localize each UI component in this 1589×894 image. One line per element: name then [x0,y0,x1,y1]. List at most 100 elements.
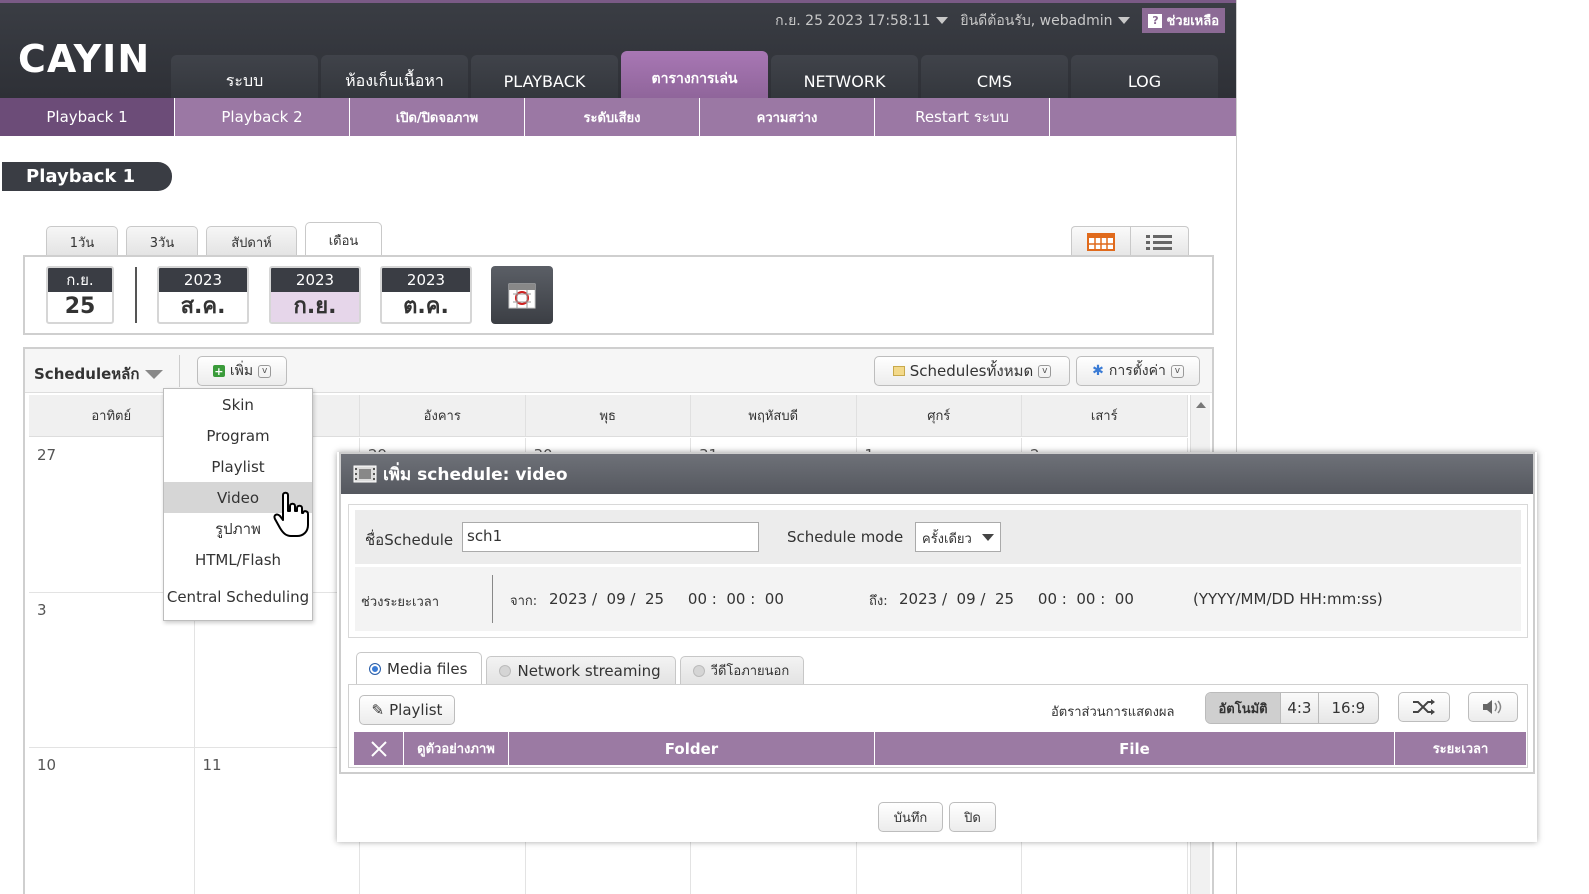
cayin-logo: CAYIN [18,37,151,81]
scroll-up-icon[interactable] [1196,402,1206,408]
save-button[interactable]: บันทึก [878,802,943,832]
form-row-period: ช่วงระยะเวลา จาก: 2023 / 09 / 25 00 : 00… [355,567,1521,631]
user-menu[interactable]: ยินดีต้อนรับ, webadmin [960,10,1131,32]
delete-all-button[interactable] [354,732,404,765]
menu-item-skin[interactable]: Skin [164,389,312,420]
main-tab-cms[interactable]: CMS [921,55,1068,101]
subtab-display-power[interactable]: เปิด/ปิดจอภาพ [350,98,525,136]
tab-week[interactable]: สัปดาห์ [206,226,297,258]
ratio-4-3-button[interactable]: 4:3 [1281,693,1319,723]
date-picker-panel: ก.ย. 25 2023 ส.ค. 2023 ก.ย. 2023 ต.ค. [23,255,1214,335]
datetime-menu[interactable]: ก.ย. 25 2023 17:58:11 [775,10,949,32]
tab-external-video[interactable]: วีดีโอภายนอก [679,656,805,684]
schedule-toolbar: Scheduleหลัก + เพิ่ม v Schedulesทั้งหมด … [25,349,1212,393]
subtab-playback-1[interactable]: Playback 1 [0,98,175,136]
tab-month[interactable]: เดือน [305,222,382,258]
add-schedule-dialog: เพิ่ม schedule: video ชื่อSchedule sch1 … [337,452,1537,842]
close-button[interactable]: ปิด [949,802,996,832]
ratio-selector: อัตโนมัติ 4:3 16:9 [1205,692,1379,724]
film-icon [353,465,377,483]
subtab-restart[interactable]: Restart ระบบ [875,98,1050,136]
radio-icon [499,664,512,677]
schedule-mode-value: ครั้งเดียว [922,532,972,547]
main-tab-network[interactable]: NETWORK [771,55,918,101]
list-view-button[interactable] [1131,227,1189,256]
menu-item-central-scheduling[interactable]: Central Scheduling [164,575,312,619]
subtab-playback-2[interactable]: Playback 2 [175,98,350,136]
tab-network-streaming[interactable]: Network streaming [486,656,676,684]
menu-item-playlist[interactable]: Playlist [164,451,312,482]
chevron-down-icon: v [1038,364,1052,378]
calendar-day-cell[interactable]: 11 [195,748,360,894]
divider [492,575,493,623]
tab-3-days[interactable]: 3วัน [126,226,198,258]
main-tab-log[interactable]: LOG [1071,55,1218,101]
top-info: ก.ย. 25 2023 17:58:11 ยินดีต้อนรับ, weba… [775,8,1225,33]
list-icon [1146,234,1173,250]
weekday-tue: อังคาร [360,395,526,436]
main-tab-system[interactable]: ระบบ [171,55,318,101]
tab-1-day[interactable]: 1วัน [46,226,118,258]
main-tab-content[interactable]: ห้องเก็บเนื้อหา [321,55,468,101]
schedule-name-input[interactable]: sch1 [462,522,759,552]
to-datetime-input[interactable]: 2023 / 09 / 25 00 : 00 : 00 [899,590,1134,608]
calendar-grid-icon [1086,232,1115,251]
shuffle-button[interactable] [1398,692,1450,722]
calendar-day-number: 11 [202,756,222,774]
weekday-thu: พฤหัสบดี [691,395,857,436]
tab-network-streaming-label: Network streaming [517,661,661,680]
today-button[interactable]: ก.ย. 25 [46,266,114,324]
playlist-button[interactable]: ✎ Playlist [359,695,455,725]
calendar-day-number: 10 [37,756,57,774]
volume-button[interactable] [1468,692,1518,722]
menu-item-program[interactable]: Program [164,420,312,451]
all-schedules-button[interactable]: Schedulesทั้งหมด v [874,356,1070,386]
schedule-mode-select[interactable]: ครั้งเดียว [915,522,1001,552]
main-tab-schedule[interactable]: ตารางการเล่น [621,51,768,101]
month-year: 2023 [382,268,470,292]
from-datetime-input[interactable]: 2023 / 09 / 25 00 : 00 : 00 [549,590,784,608]
chevron-down-icon: v [1170,364,1184,378]
month-name: ก.ย. [271,292,359,322]
gear-icon: ✱ [1092,363,1104,379]
month-current-button[interactable]: 2023 ก.ย. [269,266,361,324]
calendar-view-button[interactable] [1072,227,1131,256]
month-prev-button[interactable]: 2023 ส.ค. [157,266,249,324]
schedule-main-dropdown[interactable]: Scheduleหลัก [34,362,164,386]
speaker-icon [1483,700,1502,714]
month-year: 2023 [159,268,247,292]
column-duration: ระยะเวลา [1432,742,1489,757]
schedule-mode-label: Schedule mode [787,528,904,546]
ratio-auto-button[interactable]: อัตโนมัติ [1206,693,1282,723]
settings-button[interactable]: ✱ การตั้งค่า v [1076,356,1200,386]
subtab-volume[interactable]: ระดับเสียง [525,98,700,136]
calendar-picker-button[interactable] [491,266,553,324]
playlist-button-label: Playlist [389,701,443,719]
page-title: Playback 1 [2,162,172,191]
add-label: เพิ่ม [229,363,254,379]
dialog-titlebar: เพิ่ม schedule: video [341,454,1533,494]
ratio-16-9-button[interactable]: 16:9 [1319,693,1378,723]
column-preview: ดูตัวอย่างภาพ [404,732,509,765]
toolbar-divider [179,355,180,387]
pencil-icon: ✎ [371,701,385,719]
tab-media-files[interactable]: Media files [356,652,483,684]
today-month: ก.ย. [48,268,112,292]
main-tabs: ระบบ ห้องเก็บเนื้อหา PLAYBACK ตารางการเล… [171,51,1218,101]
calendar-day-cell[interactable]: 10 [29,748,195,894]
chevron-down-icon [982,534,994,541]
subtab-brightness[interactable]: ความสว่าง [700,98,875,136]
add-button[interactable]: + เพิ่ม v [197,356,287,386]
help-button[interactable]: ? ช่วยเหลือ [1142,8,1225,33]
to-label: ถึง: [869,594,888,609]
chevron-down-icon: v [258,364,272,378]
settings-label: การตั้งค่า [1108,363,1166,379]
tab-media-files-label: Media files [387,659,468,678]
menu-item-html-flash[interactable]: HTML/Flash [164,544,312,575]
sub-navigation: Playback 1 Playback 2 เปิด/ปิดจอภาพ ระดั… [0,98,1236,136]
main-tab-playback[interactable]: PLAYBACK [471,55,618,101]
dialog-frame: เพิ่ม schedule: video ชื่อSchedule sch1 … [339,452,1535,774]
from-label: จาก: [510,594,538,609]
month-next-button[interactable]: 2023 ต.ค. [380,266,472,324]
range-tabs: 1วัน 3วัน สัปดาห์ เดือน [46,222,382,258]
